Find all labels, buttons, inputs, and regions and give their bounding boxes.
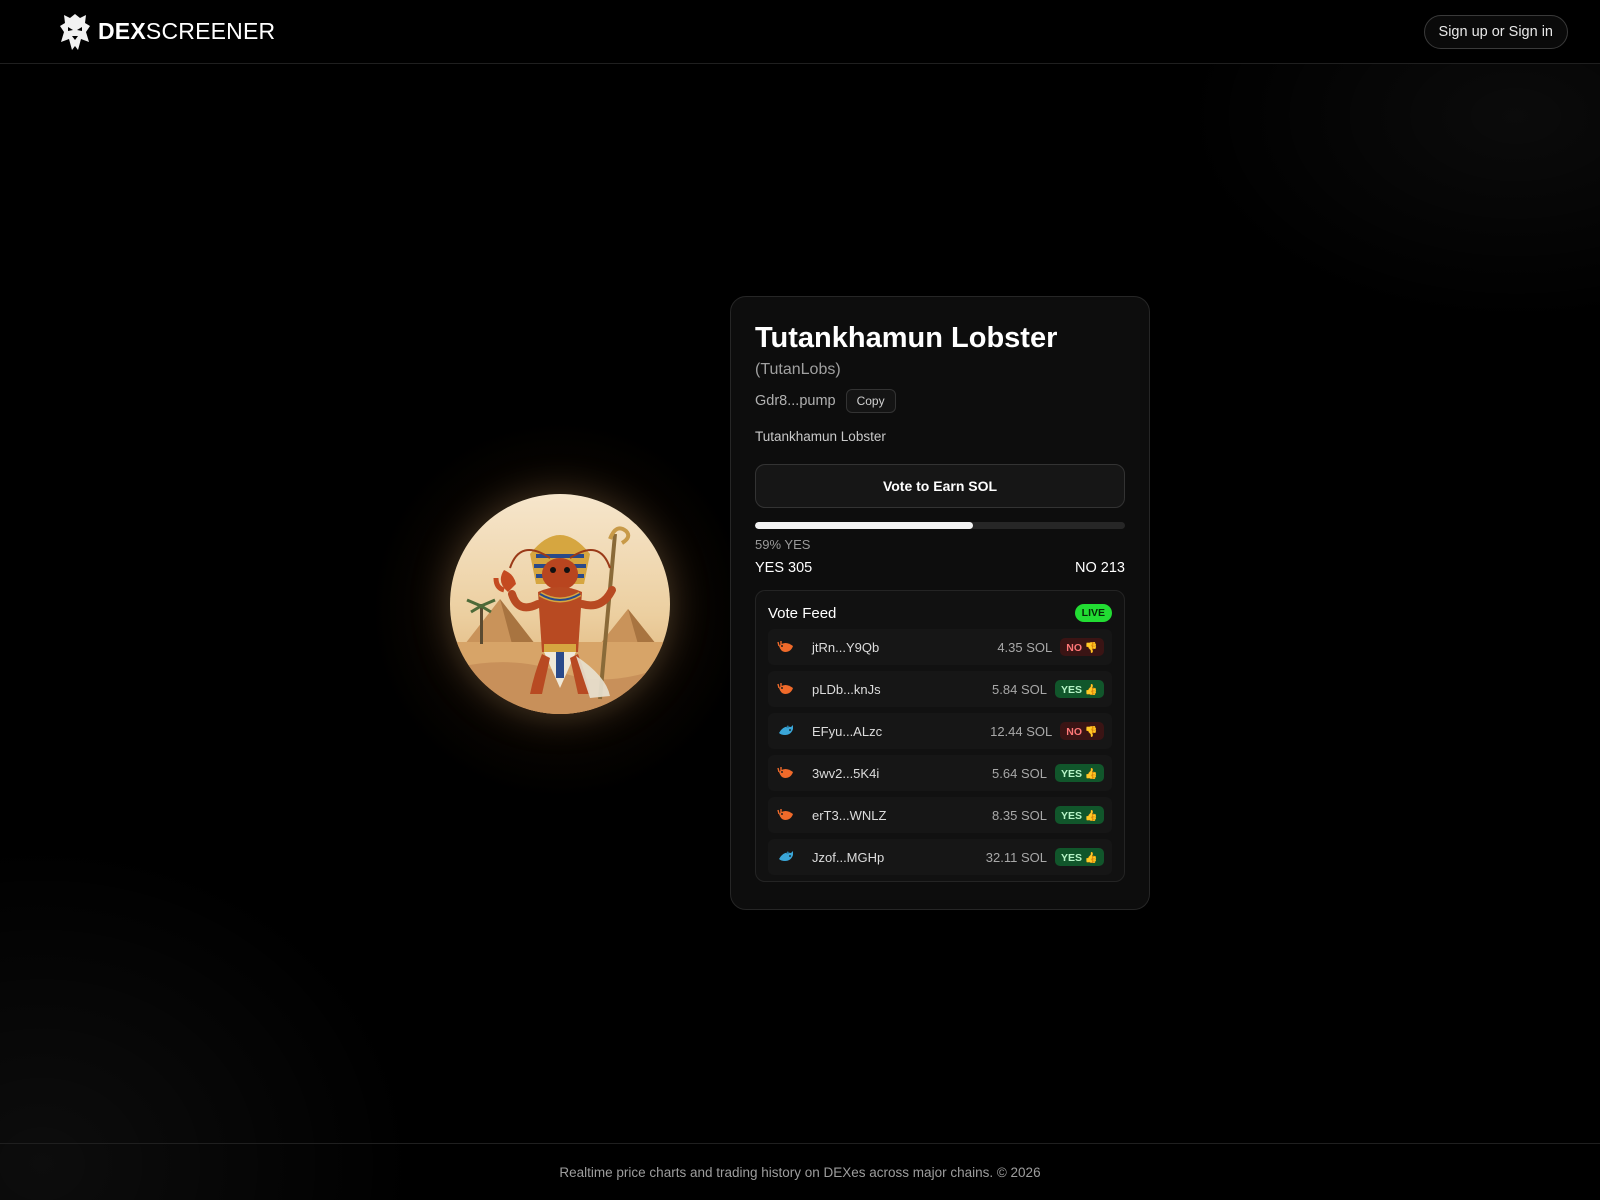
- dolphin-icon: [776, 849, 796, 865]
- vote-progress-bar: [755, 522, 1125, 529]
- brand-wordmark: DEXSCREENER: [98, 18, 275, 45]
- voter-wallet: EFyu...ALzc: [812, 723, 883, 739]
- token-card: Tutankhamun Lobster (TutanLobs) Gdr8...p…: [730, 296, 1150, 910]
- vote-amount: 4.35 SOL: [997, 639, 1053, 655]
- vote-feed-row: Jzof...MGHp 32.11 SOL YES 👍: [768, 839, 1112, 875]
- vote-badge-no: NO 👎: [1060, 722, 1104, 740]
- vote-feed-title: Vote Feed: [768, 604, 837, 622]
- vote-amount: 5.64 SOL: [992, 765, 1047, 781]
- vote-feed-row: EFyu...ALzc 12.44 SOL NO 👎: [768, 713, 1112, 749]
- no-count: NO 213: [1075, 560, 1125, 576]
- vote-feed-row: 3wv2...5K4i 5.64 SOL YES 👍: [768, 755, 1112, 791]
- live-badge: LIVE: [1074, 604, 1112, 622]
- vote-badge-yes: YES 👍: [1054, 680, 1104, 698]
- dolphin-icon: [776, 723, 796, 739]
- vote-to-earn-button[interactable]: Vote to Earn SOL: [755, 464, 1125, 508]
- vote-feed-row: jtRn...Y9Qb 4.35 SOL NO 👎: [768, 629, 1112, 665]
- vote-counts: YES 305 NO 213: [755, 560, 1125, 576]
- vote-feed-row: erT3...WNLZ 8.35 SOL YES 👍: [768, 797, 1112, 833]
- voter-wallet: 3wv2...5K4i: [812, 765, 880, 781]
- vote-badge-yes: YES 👍: [1054, 848, 1104, 866]
- vote-feed-list: jtRn...Y9Qb 4.35 SOL NO 👎 pLDb...knJs 5.…: [768, 629, 1112, 875]
- voter-wallet: erT3...WNLZ: [812, 807, 887, 823]
- shrimp-icon: [776, 639, 796, 655]
- vote-amount: 5.84 SOL: [992, 681, 1047, 697]
- vote-feed-row: pLDb...knJs 5.84 SOL YES 👍: [768, 671, 1112, 707]
- voter-wallet: Jzof...MGHp: [812, 849, 885, 865]
- vote-feed: Vote Feed LIVE jtRn...Y9Qb 4.35 SOL NO 👎…: [755, 590, 1125, 882]
- shrimp-icon: [776, 681, 796, 697]
- page-footer: Realtime price charts and trading histor…: [0, 1143, 1600, 1200]
- brand-logo[interactable]: DEXSCREENER: [58, 12, 275, 52]
- brand-bold: DEX: [98, 18, 146, 44]
- vote-amount: 12.44 SOL: [990, 723, 1053, 739]
- address-row: Gdr8...pump Copy: [755, 389, 1125, 413]
- token-symbol: (TutanLobs): [755, 361, 841, 378]
- vote-badge-yes: YES 👍: [1054, 764, 1104, 782]
- token-name: Tutankhamun Lobster: [755, 322, 1058, 354]
- footer-text: Realtime price charts and trading histor…: [559, 1164, 1041, 1180]
- yes-count: YES 305: [755, 560, 813, 576]
- dexscreener-logo-icon: [60, 13, 90, 50]
- voter-wallet: jtRn...Y9Qb: [812, 639, 880, 655]
- pharaoh-lobster-image: [450, 494, 670, 714]
- vote-amount: 32.11 SOL: [985, 849, 1047, 865]
- top-bar: DEXSCREENER Sign up or Sign in: [0, 0, 1600, 64]
- voter-wallet: pLDb...knJs: [812, 681, 881, 697]
- brand-light: SCREENER: [145, 18, 276, 44]
- shrimp-icon: [776, 807, 796, 823]
- vote-badge-no: NO 👎: [1060, 638, 1104, 656]
- yes-percentage: 59% YES: [755, 537, 811, 552]
- vote-amount: 8.35 SOL: [992, 807, 1047, 823]
- token-description: Tutankhamun Lobster: [755, 429, 886, 444]
- signin-button[interactable]: Sign up or Sign in: [1423, 14, 1568, 49]
- token-avatar: [450, 494, 670, 714]
- vote-badge-yes: YES 👍: [1054, 806, 1104, 824]
- background-glow-top-right: [1180, 64, 1600, 324]
- vote-progress-fill: [755, 522, 974, 529]
- copy-address-button[interactable]: Copy: [845, 389, 896, 413]
- token-address: Gdr8...pump: [755, 393, 836, 409]
- vote-feed-header: Vote Feed LIVE: [768, 603, 1112, 623]
- shrimp-icon: [776, 765, 796, 781]
